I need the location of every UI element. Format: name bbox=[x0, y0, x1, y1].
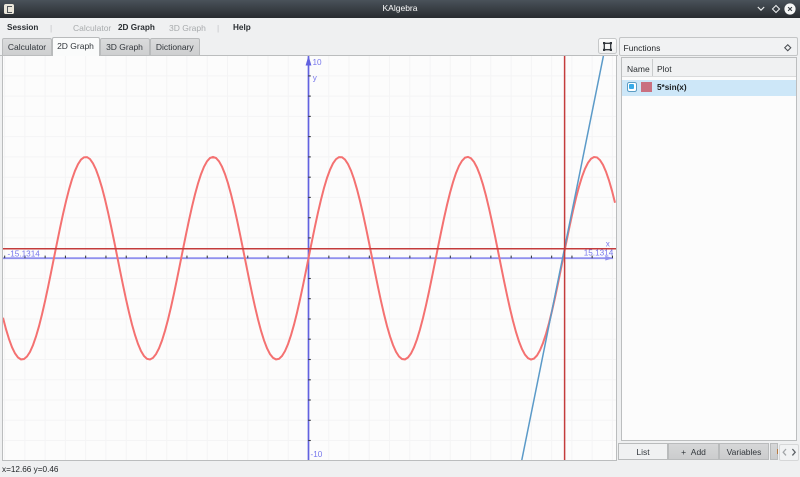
svg-text:-15.1314: -15.1314 bbox=[8, 250, 41, 259]
svg-text:10: 10 bbox=[313, 58, 323, 67]
svg-text:y: y bbox=[313, 74, 318, 83]
svg-text:-10: -10 bbox=[311, 450, 323, 459]
svg-text:15.1314: 15.1314 bbox=[584, 248, 614, 257]
svg-text:x: x bbox=[606, 239, 610, 248]
